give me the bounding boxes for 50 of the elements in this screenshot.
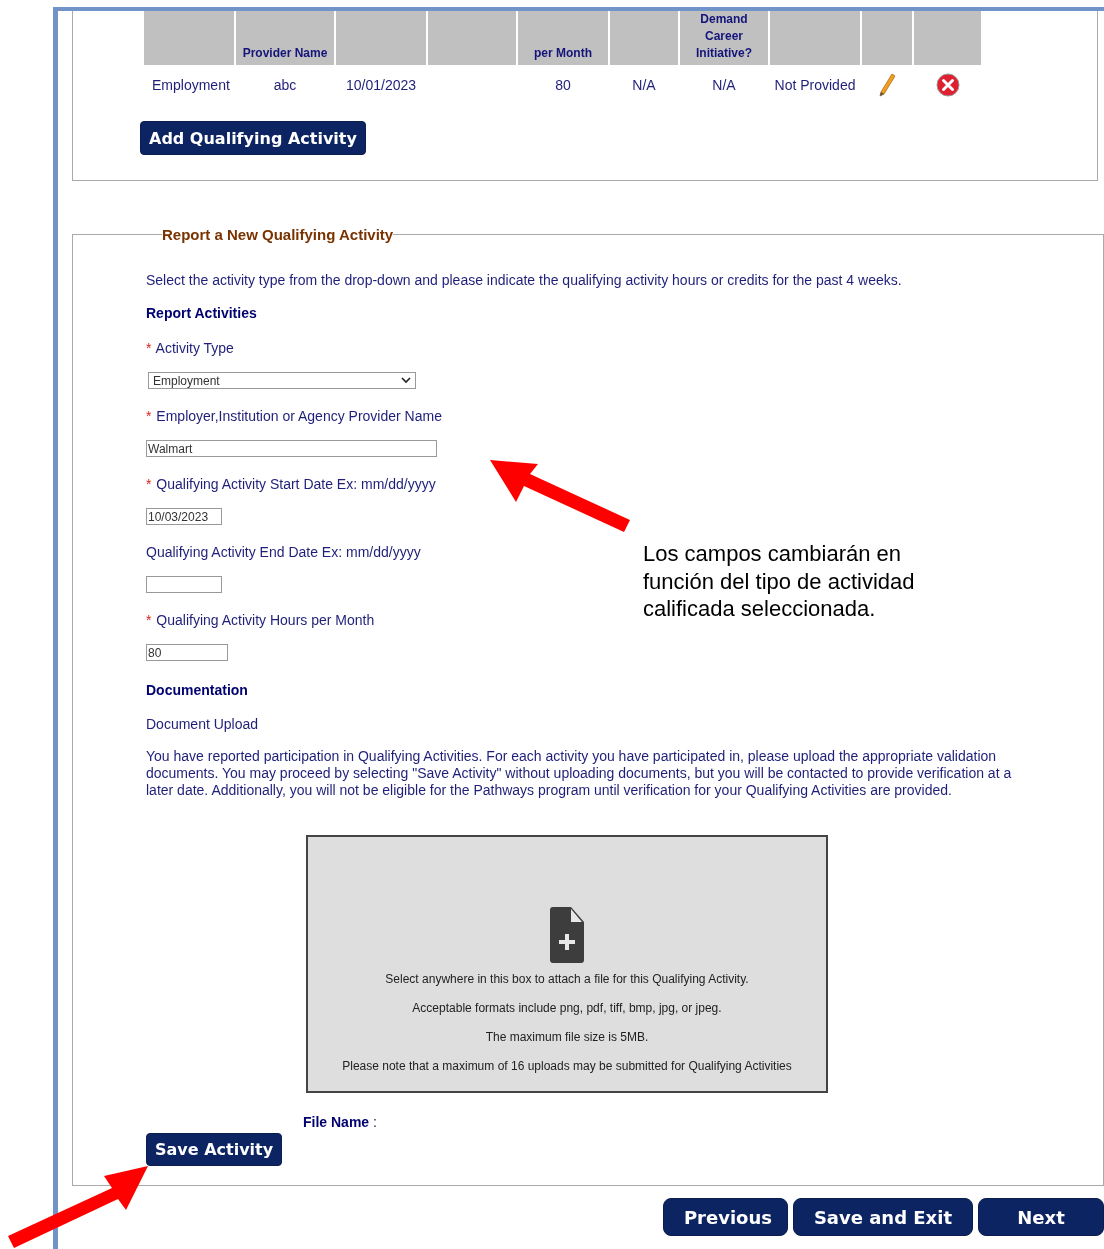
section-heading: Report Activities	[146, 305, 258, 321]
required-marker: *	[146, 408, 152, 424]
column-header: Demand Career Initiative?	[680, 11, 768, 65]
document-upload-label: Document Upload	[146, 716, 260, 732]
required-marker: *	[146, 612, 152, 628]
upload-instruction: Select anywhere in this box to attach a file for this Qualifying Activity.	[385, 972, 749, 986]
pencil-icon[interactable]	[878, 73, 896, 97]
documentation-note: You have reported participation in Qualifying Activities. For each activity you have participated in, please upload the appropriate validation documents. You may proceed by selecting "Save Activity" without uploading documents, but you will be contacted to provide verification at a later date. Additionally, you will not be eligible for the Pathways program until verification for your Qualifying Activities are provided.	[146, 748, 1013, 799]
column-header: per Month	[518, 11, 608, 65]
chevron-down-icon	[401, 377, 411, 384]
add-file-icon	[549, 906, 585, 964]
column-header	[914, 11, 981, 65]
column-header	[610, 11, 678, 65]
section-legend: Report a New Qualifying Activity	[162, 226, 394, 243]
field-label: Qualifying Activity Start Date Ex: mm/dd/yyyy	[156, 476, 436, 492]
add-qualifying-activity-button[interactable]: Add Qualifying Activity	[140, 121, 366, 155]
field-label: Employer,Institution or Agency Provider Name	[156, 408, 442, 424]
activity-type-dropdown[interactable]: Employment	[148, 372, 416, 389]
upload-instruction: Please note that a maximum of 16 uploads may be submitted for Qualifying Activities	[342, 1059, 792, 1073]
input-field[interactable]: 80	[146, 644, 228, 661]
field-label: Qualifying Activity Hours per Month	[156, 612, 375, 628]
upload-instruction: The maximum file size is 5MB.	[485, 1030, 649, 1044]
column-header	[862, 11, 912, 65]
section-heading: Documentation	[146, 682, 249, 698]
field-label: Qualifying Activity End Date Ex: mm/dd/yyyy	[146, 544, 421, 560]
table-cell: Not Provided	[774, 77, 856, 93]
table-cell: 10/01/2023	[345, 77, 417, 93]
table-cell: Employment	[152, 77, 230, 93]
table-cell: 80	[555, 77, 571, 93]
field-label: Activity Type	[155, 340, 234, 356]
table-cell: abc	[273, 77, 297, 93]
input-field[interactable]: 10/03/2023	[146, 508, 222, 525]
input-field[interactable]: Walmart	[146, 440, 437, 457]
delete-icon[interactable]	[935, 73, 960, 97]
required-marker: *	[146, 340, 152, 356]
required-marker: *	[146, 476, 152, 492]
upload-instruction: Acceptable formats include png, pdf, tiff, bmp, jpg, or jpeg.	[412, 1001, 722, 1015]
file-name-separator: :	[373, 1114, 377, 1130]
input-field[interactable]	[146, 576, 222, 593]
table-cell: N/A	[632, 77, 656, 93]
intro-text: Select the activity type from the drop-down and please indicate the qualifying activity hours or credits for the past 4 weeks.	[146, 272, 903, 288]
table-cell: N/A	[712, 77, 736, 93]
nav-button[interactable]: Previous	[662, 1198, 788, 1236]
column-header: Provider Name	[236, 11, 334, 65]
save-activity-button[interactable]: Save Activity	[146, 1133, 283, 1166]
nav-button[interactable]: Next	[978, 1198, 1104, 1236]
file-upload-area[interactable]	[306, 835, 828, 1093]
nav-button[interactable]: Save and Exit	[792, 1198, 973, 1236]
annotation-text: Los campos cambiarán en función del tipo de actividad calificada seleccionada.	[643, 540, 916, 623]
file-name-label: File Name	[303, 1114, 370, 1130]
